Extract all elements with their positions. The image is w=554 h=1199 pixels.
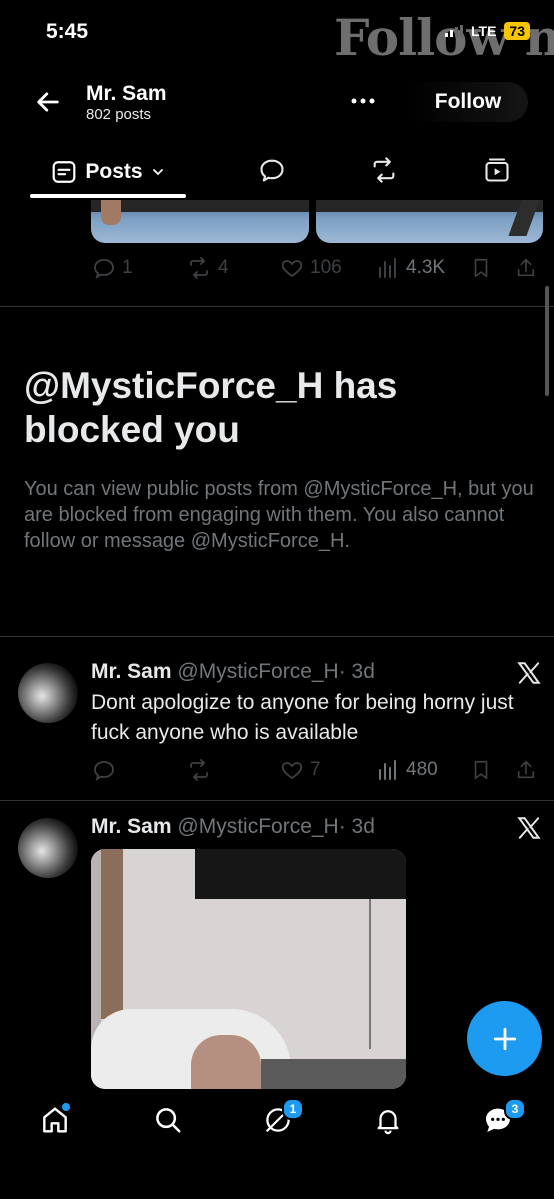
repost-count: 4 bbox=[218, 257, 229, 278]
tweet-time: · 3d bbox=[338, 660, 375, 683]
reply-action[interactable]: 1 bbox=[92, 256, 133, 280]
repost-icon bbox=[190, 759, 208, 781]
reply-icon bbox=[94, 259, 114, 279]
tweet-author-name[interactable]: Mr. Sam bbox=[91, 660, 172, 683]
share-icon bbox=[517, 760, 535, 779]
reply-action[interactable] bbox=[92, 758, 116, 782]
post-media-image[interactable] bbox=[91, 200, 309, 243]
scrollbar[interactable] bbox=[545, 286, 549, 396]
bookmark-button[interactable] bbox=[470, 758, 492, 782]
tweet-text: Dont apologize to anyone for being horny… bbox=[91, 691, 514, 744]
like-count: 106 bbox=[310, 257, 342, 278]
more-dots-icon bbox=[351, 98, 375, 104]
bookmark-icon bbox=[474, 760, 488, 780]
tab-media[interactable] bbox=[481, 154, 513, 186]
blocked-title: @MysticForce_H has blocked you bbox=[24, 365, 398, 450]
battery-level: 73 bbox=[504, 22, 530, 40]
tweet-author-handle[interactable]: @MysticForce_H bbox=[177, 660, 338, 683]
blocked-description: You can view public posts from @MysticFo… bbox=[24, 478, 534, 552]
tab-posts-label: Posts bbox=[85, 160, 143, 183]
nav-home[interactable] bbox=[35, 1100, 75, 1140]
tweet-header: Mr. Sam @MysticForce_H· 3d bbox=[91, 815, 375, 839]
plus-icon bbox=[493, 1027, 516, 1050]
bookmark-button[interactable] bbox=[470, 256, 492, 280]
network-type: LTE bbox=[471, 23, 497, 39]
follow-button[interactable]: Follow bbox=[408, 82, 528, 122]
tweet-header: Mr. Sam @MysticForce_H· 3d bbox=[91, 660, 375, 684]
reply-icon bbox=[94, 761, 114, 781]
tab-posts[interactable]: Posts bbox=[30, 148, 186, 196]
nav-grok[interactable]: 1 bbox=[258, 1098, 304, 1140]
views-chart-icon bbox=[379, 258, 396, 278]
bell-icon bbox=[377, 1110, 399, 1135]
status-time: 5:45 bbox=[46, 20, 89, 43]
view-count: 480 bbox=[406, 759, 438, 780]
share-icon bbox=[517, 258, 535, 277]
reply-count: 1 bbox=[122, 257, 133, 278]
x-logo-icon bbox=[516, 660, 542, 686]
bookmark-icon bbox=[474, 258, 488, 278]
tab-reposts[interactable] bbox=[368, 154, 400, 186]
repost-icon bbox=[190, 257, 208, 279]
media-play-icon bbox=[485, 158, 509, 182]
search-icon bbox=[156, 1108, 181, 1133]
back-button[interactable] bbox=[34, 88, 62, 116]
heart-icon bbox=[281, 762, 303, 780]
divider bbox=[0, 306, 554, 307]
x-logo-icon bbox=[516, 815, 542, 841]
signal-icon bbox=[445, 25, 464, 37]
repost-icon bbox=[373, 157, 395, 183]
nav-notifications[interactable] bbox=[368, 1100, 408, 1140]
tweet-time: · 3d bbox=[338, 815, 375, 838]
views-action[interactable]: 4.3K bbox=[376, 256, 445, 280]
home-notification-dot bbox=[62, 1103, 70, 1111]
like-action[interactable]: 106 bbox=[280, 256, 342, 280]
post-media-image[interactable] bbox=[91, 849, 406, 1089]
nav-search[interactable] bbox=[148, 1100, 188, 1140]
divider bbox=[0, 636, 554, 637]
more-options-button[interactable] bbox=[348, 90, 378, 112]
reply-bubble-icon bbox=[260, 159, 284, 182]
active-tab-indicator bbox=[30, 194, 186, 198]
profile-name: Mr. Sam bbox=[86, 82, 167, 105]
tab-replies[interactable] bbox=[256, 154, 288, 186]
share-button[interactable] bbox=[515, 256, 537, 280]
grok-badge: 1 bbox=[282, 1098, 304, 1120]
messages-badge: 3 bbox=[504, 1098, 526, 1120]
tweet-author-handle[interactable]: @MysticForce_H bbox=[177, 815, 338, 838]
heart-icon bbox=[281, 260, 303, 278]
posts-icon bbox=[53, 161, 76, 183]
tweet-author-name[interactable]: Mr. Sam bbox=[91, 815, 172, 838]
compose-button[interactable] bbox=[467, 1001, 542, 1076]
repost-action[interactable]: 4 bbox=[186, 256, 229, 280]
views-chart-icon bbox=[379, 760, 396, 780]
status-indicators: LTE 73 bbox=[445, 22, 530, 40]
like-action[interactable]: 7 bbox=[280, 758, 321, 782]
avatar[interactable] bbox=[18, 663, 78, 723]
post-count: 802 posts bbox=[86, 106, 152, 123]
like-count: 7 bbox=[310, 759, 321, 780]
repost-action[interactable] bbox=[186, 758, 212, 782]
view-count: 4.3K bbox=[406, 257, 446, 278]
back-arrow-icon bbox=[37, 92, 59, 112]
post-media-image[interactable] bbox=[316, 200, 543, 243]
views-action[interactable]: 480 bbox=[376, 758, 438, 782]
avatar[interactable] bbox=[18, 818, 78, 878]
share-button[interactable] bbox=[515, 758, 537, 782]
nav-messages[interactable]: 3 bbox=[478, 1098, 526, 1140]
chevron-down-icon bbox=[152, 169, 163, 176]
divider bbox=[0, 800, 554, 801]
